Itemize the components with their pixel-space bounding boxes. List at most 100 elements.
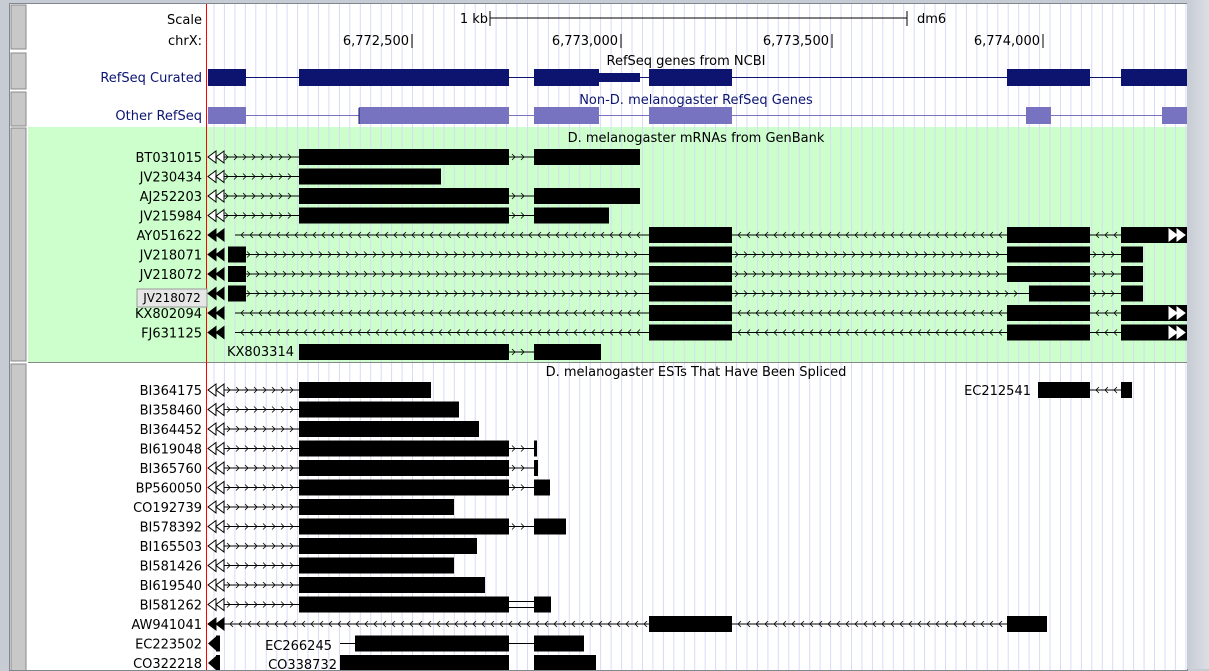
exon-block xyxy=(1121,246,1143,263)
scale-label: Scale xyxy=(167,13,202,28)
exon-block xyxy=(649,305,732,321)
exon-block xyxy=(1038,382,1090,398)
refseq-curated-gene[interactable] xyxy=(208,69,1187,86)
gene-exon xyxy=(359,107,509,124)
exon-block xyxy=(1007,266,1090,282)
svg-text:JV218072: JV218072 xyxy=(142,291,201,305)
exon-block xyxy=(216,635,220,652)
est-row-label: CO322218 xyxy=(133,657,202,670)
strand-arrow-icon xyxy=(207,383,217,397)
est-row-label: BI364175 xyxy=(140,384,202,399)
exon-block xyxy=(1007,616,1047,632)
track-toggle-button xyxy=(10,91,27,127)
strand-arrow-icon xyxy=(207,539,217,553)
exon-block xyxy=(228,266,246,282)
exon-block xyxy=(649,227,732,243)
strand-arrow-icon xyxy=(215,383,225,397)
gene-exon xyxy=(208,69,246,86)
exon-block xyxy=(1121,382,1132,398)
exon-block xyxy=(1029,285,1090,302)
exon-block xyxy=(534,460,538,476)
exon-block xyxy=(534,149,599,165)
strand-arrow-icon xyxy=(215,519,225,534)
est-labels[interactable]: BI364175 BI358460 BI364452 BI619048 BI365760… xyxy=(131,384,202,670)
est-label-co338732[interactable]: CO338732 xyxy=(268,658,337,670)
exon-block xyxy=(1007,324,1090,341)
exon-block xyxy=(599,149,640,165)
mrna-row-label: AJ252203 xyxy=(140,190,202,205)
exon-block xyxy=(649,266,732,282)
track-buttons-column[interactable] xyxy=(10,4,27,670)
exon-block xyxy=(299,460,509,476)
exon-block xyxy=(534,207,609,224)
exon-block xyxy=(299,149,509,165)
strand-arrow-icon xyxy=(215,422,225,436)
exon-block xyxy=(299,499,454,515)
strand-arrow-icon xyxy=(207,441,217,456)
refseq-track-title: RefSeq genes from NCBI xyxy=(607,54,766,69)
strand-arrow-icon xyxy=(215,597,225,612)
other-refseq-label[interactable]: Other RefSeq xyxy=(115,109,202,124)
strand-arrow-icon xyxy=(215,402,225,417)
est-row-label: BI364452 xyxy=(140,423,202,438)
gene-exon xyxy=(208,107,246,124)
gene-exon xyxy=(649,107,732,124)
exon-block xyxy=(534,655,596,670)
est-label-ec266245[interactable]: EC266245 xyxy=(265,639,332,654)
strand-arrow-icon xyxy=(207,519,217,534)
tooltip: JV218072 xyxy=(136,288,208,308)
est-row-label: BI165503 xyxy=(140,540,202,555)
window-margin xyxy=(1187,0,1209,669)
strand-arrow-icon xyxy=(215,441,225,456)
exon-block xyxy=(1121,285,1143,302)
strand-arrow-icon xyxy=(207,422,217,436)
strand-arrow-icon xyxy=(207,558,217,573)
other-refseq-gene[interactable] xyxy=(208,107,1187,124)
position-label: 6,772,500 xyxy=(343,34,409,49)
exon-block xyxy=(299,401,459,418)
strand-arrow-icon xyxy=(208,656,216,670)
est-features[interactable] xyxy=(207,382,1132,670)
exon-block xyxy=(534,518,566,535)
strand-arrow-icon xyxy=(215,500,225,514)
strand-arrow-icon xyxy=(215,617,225,631)
strand-arrow-icon xyxy=(208,636,216,651)
gene-exon xyxy=(1026,107,1051,124)
mrna-row-label: JV230434 xyxy=(139,171,202,186)
exon-block xyxy=(534,479,550,496)
est-label-ec212541[interactable]: EC212541 xyxy=(964,384,1031,399)
exon-block xyxy=(228,285,246,302)
exon-block xyxy=(1007,227,1090,243)
exon-block xyxy=(299,557,454,574)
genome-browser-image[interactable]: Scale chrX: 1 kb dm6 6,772,500 6,773,000 6… xyxy=(9,3,1188,671)
mrna-row-label: JV218072 xyxy=(139,268,202,283)
position-label: 6,774,000 xyxy=(974,34,1040,49)
track-toggle-button xyxy=(10,127,27,362)
exon-block xyxy=(534,635,584,652)
gene-exon xyxy=(1121,69,1187,86)
exon-block xyxy=(299,421,479,437)
est-row-label: BI365760 xyxy=(140,462,202,477)
exon-block xyxy=(299,382,431,398)
exon-block xyxy=(299,538,477,554)
exon-block xyxy=(649,246,732,263)
exon-block xyxy=(599,188,640,204)
scale-bar xyxy=(489,11,908,26)
refseq-curated-label[interactable]: RefSeq Curated xyxy=(100,71,202,86)
exon-block xyxy=(299,344,509,360)
strand-arrow-icon xyxy=(207,597,217,612)
est-row-label: CO192739 xyxy=(133,501,202,516)
exon-block xyxy=(228,246,246,263)
est-row-label: BI619048 xyxy=(140,443,202,458)
exon-block xyxy=(649,616,732,632)
mrna-row-label: AY051622 xyxy=(137,229,202,244)
strand-arrow-icon xyxy=(207,461,217,475)
mrna-label-kx803314[interactable]: KX803314 xyxy=(227,345,294,360)
exon-block xyxy=(340,655,509,670)
track-toggle-button xyxy=(10,4,27,50)
exon-block xyxy=(1007,305,1090,321)
strand-arrow-icon xyxy=(207,617,217,631)
gene-exon xyxy=(534,107,599,124)
gene-utr xyxy=(599,73,640,82)
exon-block xyxy=(216,655,220,670)
